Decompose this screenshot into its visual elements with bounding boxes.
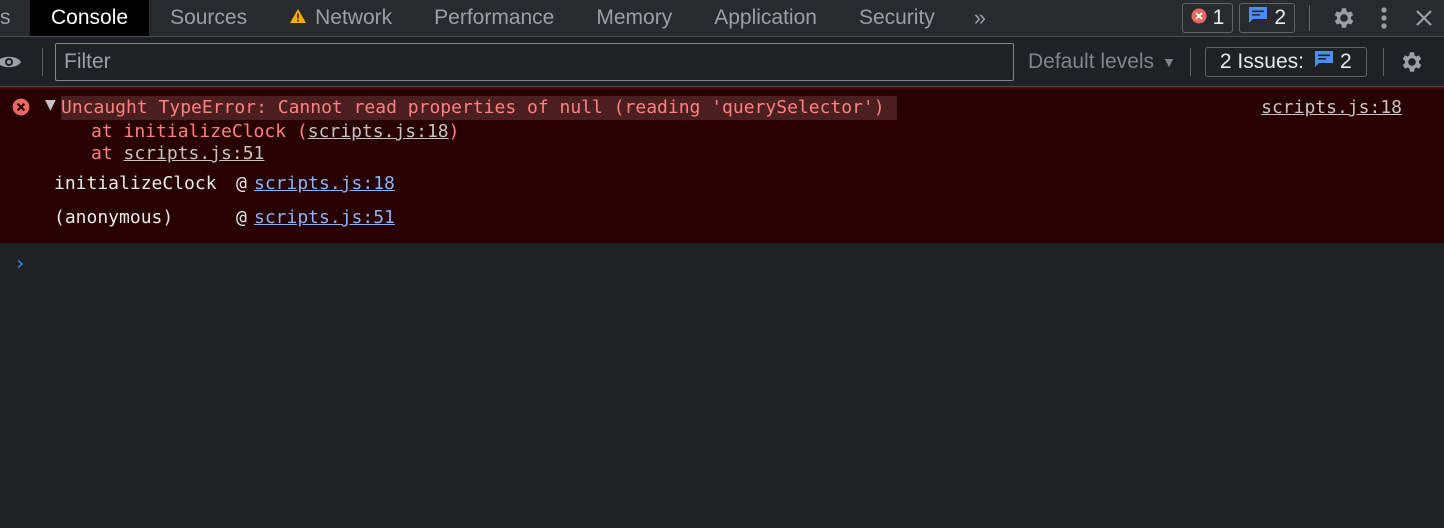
trace-at-sign: @	[236, 173, 247, 194]
devtools-tabbar: s Console Sources Network Performance Me…	[0, 0, 1444, 37]
default-levels-dropdown[interactable]: Default levels ▼	[1028, 50, 1176, 74]
tab-performance[interactable]: Performance	[413, 0, 575, 36]
more-tabs-icon[interactable]: »	[956, 5, 1004, 31]
settings-gear-icon[interactable]	[1324, 0, 1364, 36]
trace-link[interactable]: scripts.js:51	[254, 207, 395, 228]
message-icon	[1304, 50, 1340, 74]
divider	[1382, 47, 1384, 76]
trace-function: (anonymous)	[54, 207, 174, 228]
trace-row: initializeClock @ scripts.js:18	[54, 172, 395, 196]
eye-icon[interactable]	[0, 52, 30, 72]
tab-security[interactable]: Security	[838, 0, 956, 36]
console-error-message: ▼ Uncaught TypeError: Cannot read proper…	[0, 88, 1444, 244]
error-icon	[12, 98, 30, 121]
trace-row: (anonymous) @ scripts.js:51	[54, 206, 395, 230]
tab-partial[interactable]: s	[0, 0, 30, 36]
trace-function: initializeClock	[54, 173, 217, 194]
tabbar-right: 1 2	[1181, 0, 1444, 36]
stack-link[interactable]: scripts.js:18	[308, 121, 449, 142]
trace-at-sign: @	[236, 207, 247, 228]
error-text: Uncaught TypeError: Cannot read properti…	[61, 96, 897, 120]
caret-down-icon: ▼	[1162, 53, 1176, 70]
console-prompt-icon[interactable]: ›	[14, 251, 26, 275]
divider	[42, 47, 43, 76]
tab-application[interactable]: Application	[693, 0, 838, 36]
filter-input[interactable]	[55, 42, 1014, 81]
more-options-icon[interactable]	[1364, 0, 1404, 36]
tab-console[interactable]: Console	[30, 0, 150, 36]
stack-link[interactable]: scripts.js:51	[124, 143, 265, 164]
tab-memory[interactable]: Memory	[575, 0, 693, 36]
stack-line: at scripts.js:51	[91, 143, 265, 164]
tab-sources[interactable]: Sources	[149, 0, 268, 36]
trace-link[interactable]: scripts.js:18	[254, 173, 395, 194]
tab-network[interactable]: Network	[268, 0, 413, 36]
message-count-button[interactable]: 2	[1239, 3, 1295, 33]
error-count-button[interactable]: 1	[1181, 3, 1234, 33]
message-icon	[1248, 6, 1274, 30]
error-icon	[1191, 6, 1213, 30]
divider	[1189, 47, 1191, 76]
error-source-link[interactable]: scripts.js:18	[1261, 96, 1402, 120]
divider	[1309, 5, 1310, 31]
stack-line: at initializeClock (scripts.js:18)	[91, 121, 460, 142]
console-filter-bar: Default levels ▼ 2 Issues: 2	[0, 37, 1444, 87]
warning-icon	[289, 6, 307, 30]
console-settings-gear-icon[interactable]	[1396, 44, 1428, 80]
issues-button[interactable]: 2 Issues: 2	[1204, 46, 1367, 77]
close-icon[interactable]	[1404, 0, 1444, 36]
expand-triangle-icon[interactable]: ▼	[45, 97, 56, 113]
